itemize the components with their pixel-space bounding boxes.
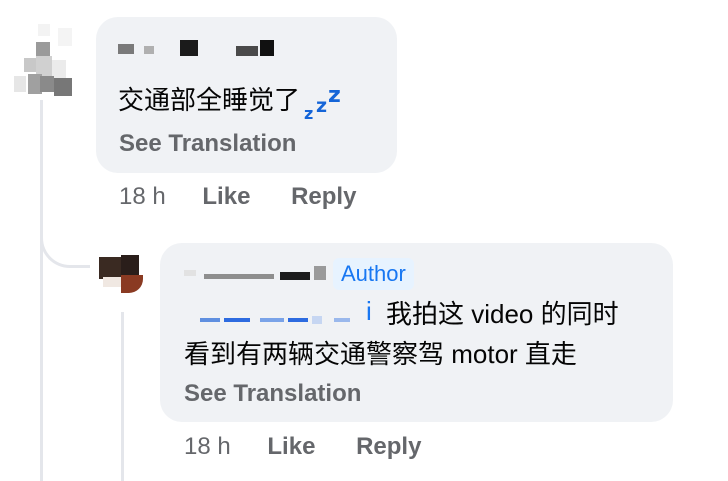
comment-actions: 18 h Like Reply [119,183,356,211]
commenter-name-redacted[interactable] [184,262,329,286]
reply-button[interactable]: Reply [356,433,421,461]
like-button[interactable]: Like [202,183,250,211]
reply-button[interactable]: Reply [291,183,356,211]
reply-actions: 18 h Like Reply [184,433,421,461]
author-badge: Author [333,258,414,290]
see-translation-link[interactable]: See Translation [184,380,361,408]
avatar[interactable] [8,20,78,98]
mention-redacted[interactable]: i [184,296,374,330]
thread-line-branch [40,228,90,268]
comment-text-content: 交通部全睡觉了 [118,85,301,115]
thread-line-main [40,100,43,481]
like-button[interactable]: Like [267,433,315,461]
zzz-emoji: zzz [304,83,341,123]
comment-text: 交通部全睡觉了 z z z [118,80,344,123]
comment-timestamp[interactable]: 18 h [119,183,166,211]
reply-text-line-2: 看到有两辆交通警察驾 motor 直走 [184,339,577,369]
commenter-name-redacted[interactable] [118,40,278,60]
avatar[interactable] [99,255,145,293]
mention-tail[interactable]: i [366,296,372,327]
reply-timestamp[interactable]: 18 h [184,433,231,461]
thread-line-reply [121,312,124,481]
see-translation-link[interactable]: See Translation [119,130,296,158]
reply-text-line-1: 我拍这 video 的同时 [386,299,619,329]
